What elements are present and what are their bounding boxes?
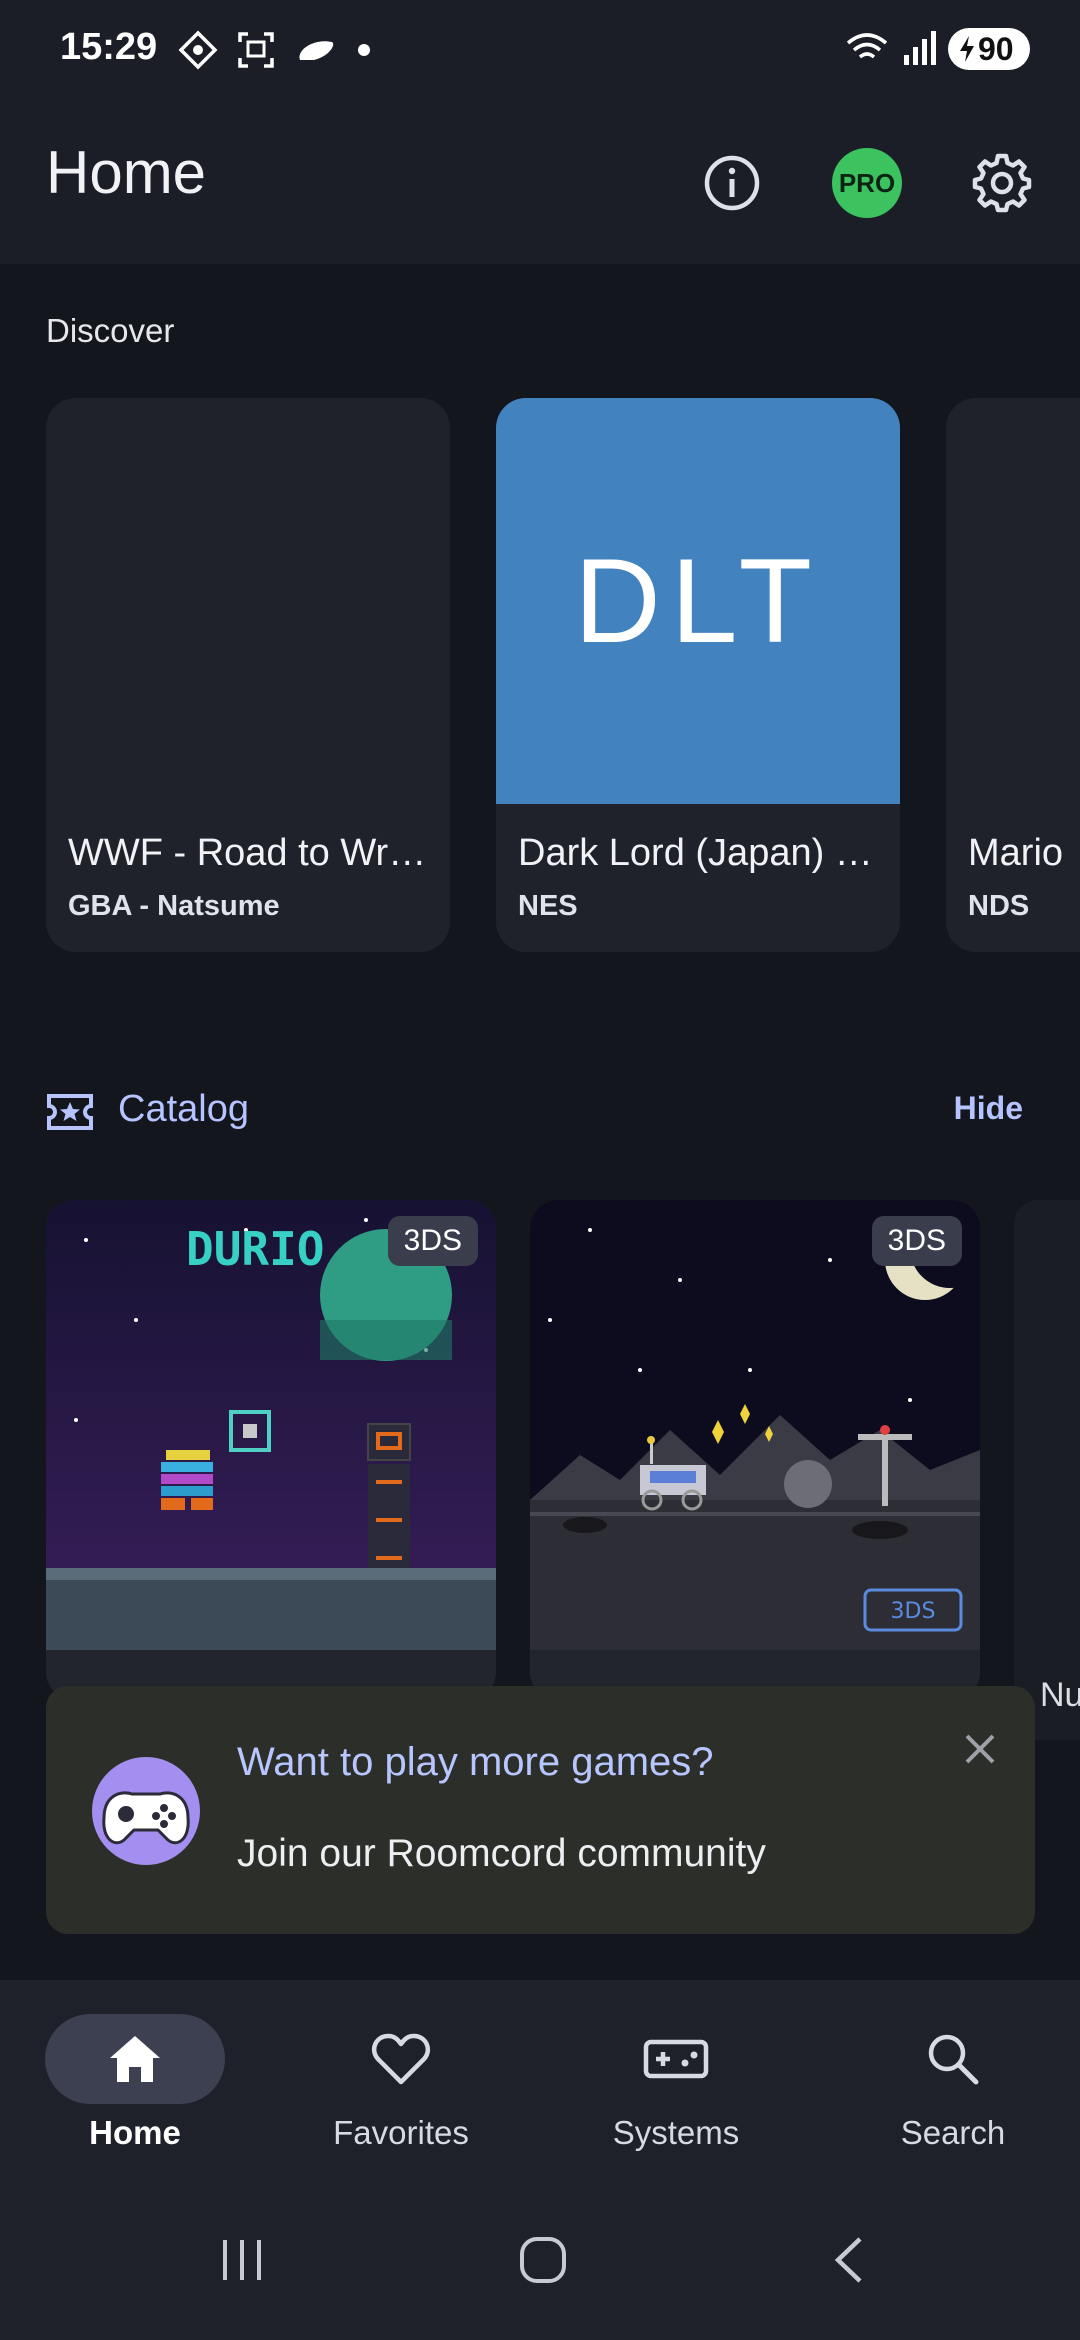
- signal-icon: [904, 31, 936, 65]
- system-badge-3ds: 3DS: [871, 1216, 962, 1266]
- bottom-navigation: Home Favorites Systems Search: [0, 1980, 1080, 2180]
- wifi-icon: [846, 33, 888, 59]
- system-badge-3ds: 3DS: [387, 1216, 478, 1266]
- system-indicators: 90: [844, 28, 1030, 70]
- nav-favorites[interactable]: Favorites: [266, 2014, 536, 2152]
- game-subtitle: NES: [518, 890, 578, 922]
- catalog-header: Catalog Hide: [46, 1082, 1036, 1142]
- game-title: Dark Lord (Japan) …: [518, 832, 873, 874]
- close-banner-button[interactable]: [955, 1724, 1005, 1774]
- discover-card-wwf[interactable]: WWF - Road to Wr… GBA - Natsume: [46, 398, 450, 952]
- status-bar: 15:29 90: [0, 0, 1080, 100]
- corner-3ds-label: 3DS: [891, 1599, 936, 1624]
- community-banner[interactable]: Want to play more games? Join our Roomco…: [46, 1686, 1035, 1934]
- home-circle-icon: [520, 2237, 566, 2283]
- durio-cover-art: DURIO: [46, 1200, 496, 1650]
- game-title: Mario: [968, 832, 1064, 874]
- heart-icon: [371, 2033, 431, 2085]
- discover-carousel[interactable]: WWF - Road to Wr… GBA - Natsume DLT Dark…: [0, 398, 1080, 952]
- home-icon: [110, 2036, 160, 2082]
- close-icon: [965, 1734, 995, 1764]
- game-subtitle: GBA - Natsume: [68, 890, 280, 922]
- nav-home-pill: [45, 2014, 225, 2104]
- recents-icon: [223, 2240, 261, 2280]
- gamepad-icon: [643, 2039, 709, 2079]
- battery-indicator: 90: [948, 28, 1030, 70]
- nav-search-label: Search: [900, 2114, 1006, 2151]
- lunar-cover-art: 3DS: [530, 1200, 980, 1650]
- charging-icon: [960, 36, 974, 62]
- info-icon: [704, 155, 760, 211]
- status-time: 15:29: [60, 26, 158, 68]
- system-navigation-bar: [0, 2180, 1080, 2340]
- page-title: Home: [46, 139, 207, 206]
- notification-icons: [178, 30, 372, 70]
- durio-logo: DURIO: [186, 1222, 324, 1276]
- screenshot-icon: [238, 32, 274, 68]
- back-button[interactable]: [808, 2230, 888, 2290]
- discover-heading: Discover: [46, 312, 175, 349]
- battery-level: 90: [978, 30, 1014, 67]
- app-bar: Home PRO: [0, 100, 1080, 264]
- search-icon: [928, 2034, 979, 2085]
- hide-catalog-button[interactable]: Hide: [954, 1090, 1023, 1127]
- discover-card-dark-lord[interactable]: DLT Dark Lord (Japan) … NES: [496, 398, 900, 952]
- nav-search-pill: [863, 2014, 1043, 2104]
- catalog-card-lunar[interactable]: 3DS 3DS: [530, 1200, 980, 1700]
- nav-systems-pill: [586, 2014, 766, 2104]
- nav-favorites-label: Favorites: [333, 2114, 469, 2151]
- game-cover-placeholder: [46, 398, 450, 804]
- game-cover-dlt: DLT: [496, 398, 900, 804]
- pro-button[interactable]: PRO: [822, 138, 912, 228]
- dot-icon: [358, 44, 370, 56]
- nav-home[interactable]: Home: [0, 2014, 270, 2152]
- banner-title: Want to play more games?: [237, 1740, 714, 1784]
- banner-subtitle: Join our Roomcord community: [237, 1832, 766, 1875]
- nav-systems[interactable]: Systems: [541, 2014, 811, 2152]
- recents-button[interactable]: [202, 2230, 282, 2290]
- nav-systems-label: Systems: [612, 2114, 740, 2151]
- ticket-star-icon: [47, 1094, 93, 1130]
- settings-button[interactable]: [957, 138, 1047, 228]
- catalog-heading: Catalog: [118, 1088, 249, 1130]
- nav-favorites-pill: [311, 2014, 491, 2104]
- info-button[interactable]: [687, 138, 777, 228]
- pro-badge: PRO: [832, 148, 902, 218]
- catalog-card-peek-title: Nu: [1040, 1676, 1080, 1714]
- home-system-button[interactable]: [503, 2230, 583, 2290]
- nav-search[interactable]: Search: [818, 2014, 1080, 2152]
- nav-home-label: Home: [89, 2114, 181, 2151]
- gamepad-logo-icon: [92, 1757, 200, 1865]
- catalog-card-durio[interactable]: DURIO 3DS: [46, 1200, 496, 1700]
- cloud-app-icon: [299, 41, 334, 60]
- gear-icon: [972, 153, 1032, 213]
- catalog-card-peek[interactable]: [1014, 1200, 1080, 1740]
- game-cover-placeholder: [946, 398, 1080, 804]
- discover-card-mario[interactable]: Mario NDS: [946, 398, 1080, 952]
- game-title: WWF - Road to Wr…: [68, 832, 427, 874]
- back-icon: [834, 2237, 862, 2283]
- game-subtitle: NDS: [968, 890, 1030, 922]
- diamond-app-icon: [178, 30, 218, 70]
